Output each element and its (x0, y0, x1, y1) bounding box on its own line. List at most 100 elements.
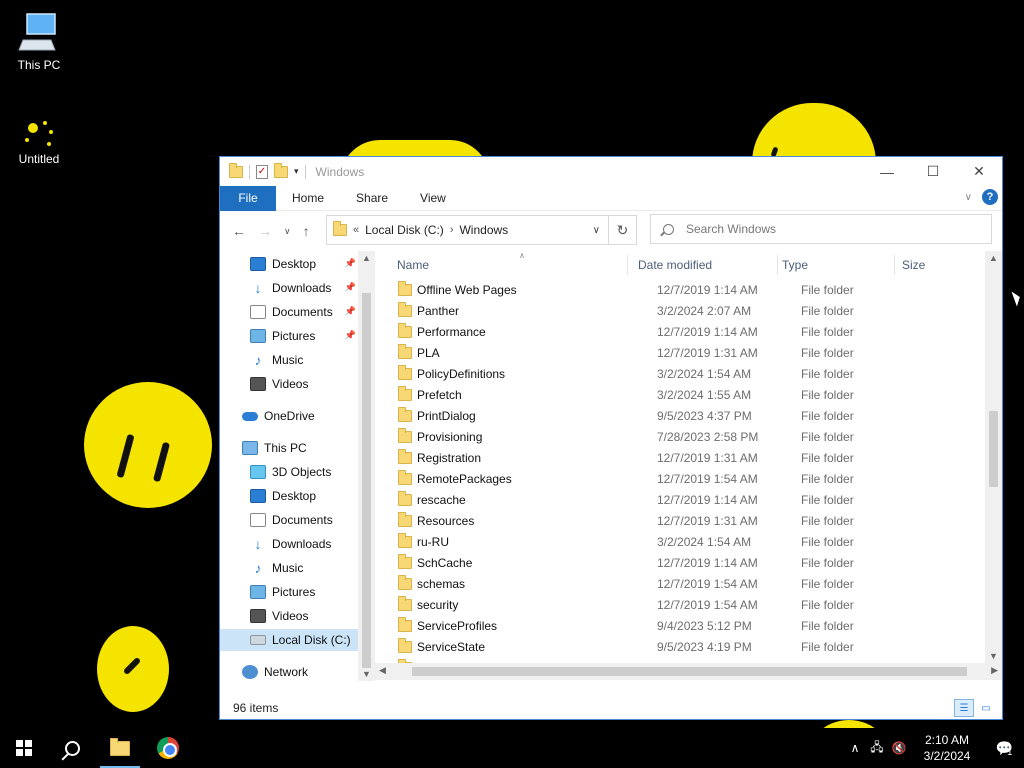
breadcrumb-separator-icon[interactable]: › (450, 224, 454, 236)
column-header-type[interactable]: Type (782, 251, 892, 279)
file-row[interactable]: PLA 12/7/2019 1:31 AM File folder (395, 342, 985, 363)
nav-item-downloads[interactable]: ↓ Downloads (250, 277, 358, 299)
file-row[interactable]: PrintDialog 9/5/2023 4:37 PM File folder (395, 405, 985, 426)
nav-item-videos[interactable]: Videos (250, 373, 358, 395)
title-bar[interactable]: ✓ ▾ Windows — ☐ ✕ (220, 157, 1002, 186)
pin-icon[interactable]: 📌 (345, 282, 356, 293)
file-row[interactable]: PolicyDefinitions 3/2/2024 1:54 AM File fo… (395, 363, 985, 384)
up-arrow-icon[interactable]: ↑ (303, 223, 310, 239)
column-header-name[interactable]: Name (397, 251, 627, 279)
folder-icon (398, 554, 412, 569)
navigation-pane-scrollbar[interactable]: ▲ ▼ (358, 251, 375, 681)
nav-item-music[interactable]: ♪ Music (250, 349, 358, 371)
minimize-button[interactable]: — (864, 157, 910, 186)
nav-item-this-pc[interactable]: This PC (242, 437, 358, 459)
file-date-modified: 12/7/2019 1:54 AM (657, 471, 758, 486)
taskbar-chrome[interactable] (144, 728, 192, 768)
expand-ribbon-chevron-icon[interactable]: ∨ (965, 192, 972, 203)
pin-icon[interactable]: 📌 (345, 330, 356, 341)
file-row[interactable]: ru-RU 3/2/2024 1:54 AM File folder (395, 531, 985, 552)
file-row[interactable]: Performance 12/7/2019 1:14 AM File folder (395, 321, 985, 342)
file-row[interactable]: Offline Web Pages 12/7/2019 1:14 AM File f… (395, 279, 985, 300)
file-row[interactable]: Resources 12/7/2019 1:31 AM File folder (395, 510, 985, 531)
scroll-up-icon[interactable]: ▲ (362, 253, 371, 263)
desktop-icon-this-pc[interactable]: This PC (4, 10, 74, 72)
search-input[interactable]: Search Windows (650, 214, 992, 244)
refresh-button[interactable]: ↻ (609, 215, 637, 245)
desktop-icon-untitled[interactable]: Untitled (4, 118, 74, 166)
tab-home[interactable]: Home (276, 191, 340, 205)
scroll-down-icon[interactable]: ▼ (989, 651, 998, 661)
back-arrow-icon[interactable]: ← (232, 223, 246, 239)
show-hidden-icons-chevron-icon[interactable]: ∧ (844, 741, 866, 755)
scroll-up-icon[interactable]: ▲ (989, 253, 998, 263)
nav-item-pc-documents[interactable]: Documents (250, 509, 358, 531)
customize-toolbar-chevron-icon[interactable]: ▾ (294, 166, 299, 177)
file-date-modified: 12/7/2019 1:31 AM (657, 345, 758, 360)
file-row[interactable]: Registration 12/7/2019 1:31 AM File folder (395, 447, 985, 468)
address-bar[interactable]: « Local Disk (C:) › Windows ∨ (326, 215, 609, 245)
scrollbar-thumb[interactable] (989, 411, 998, 487)
file-row[interactable]: rescache 12/7/2019 1:14 AM File folder (395, 489, 985, 510)
file-row[interactable]: SchCache 12/7/2019 1:14 AM File folder (395, 552, 985, 573)
recent-locations-chevron-icon[interactable]: ∨ (284, 226, 291, 237)
nav-item-onedrive[interactable]: OneDrive (242, 405, 358, 427)
nav-item-local-disk[interactable]: Local Disk (C:) (220, 629, 358, 651)
file-row[interactable]: ServiceProfiles 9/4/2023 5:12 PM File fold… (395, 615, 985, 636)
nav-item-documents[interactable]: Documents (250, 301, 358, 323)
file-type: File folder (801, 303, 854, 318)
properties-icon[interactable]: ✓ (256, 164, 268, 179)
large-icons-view-button[interactable]: ▭ (976, 699, 996, 717)
forward-arrow-icon[interactable]: → (258, 223, 272, 239)
file-row[interactable]: security 12/7/2019 1:54 AM File folder (395, 594, 985, 615)
start-button[interactable] (0, 728, 48, 768)
nav-item-network[interactable]: Network (242, 661, 358, 681)
file-date-modified: 12/7/2019 1:14 AM (657, 324, 758, 339)
breadcrumb-windows[interactable]: Windows (459, 223, 508, 237)
nav-item-pc-pictures[interactable]: Pictures (250, 581, 358, 603)
scroll-right-icon[interactable]: ▶ (991, 665, 998, 676)
computer-icon (18, 13, 56, 51)
column-header-size[interactable]: Size (902, 251, 942, 279)
file-list-horizontal-scrollbar[interactable]: ◀ ▶ (375, 663, 1002, 680)
pin-icon[interactable]: 📌 (345, 306, 356, 317)
breadcrumb-local-disk[interactable]: Local Disk (C:) (365, 223, 444, 237)
nav-item-pc-desktop[interactable]: Desktop (250, 485, 358, 507)
nav-item-pc-music[interactable]: ♪ Music (250, 557, 358, 579)
tab-share[interactable]: Share (340, 191, 404, 205)
file-row[interactable]: Prefetch 3/2/2024 1:55 AM File folder (395, 384, 985, 405)
taskbar-search-button[interactable] (48, 728, 96, 768)
maximize-button[interactable]: ☐ (910, 157, 956, 186)
tab-file[interactable]: File (220, 185, 276, 211)
scroll-down-icon[interactable]: ▼ (362, 669, 371, 679)
volume-muted-icon[interactable]: 🔇 (888, 741, 910, 755)
network-icon[interactable]: 🖧 (866, 738, 888, 759)
nav-item-pictures[interactable]: Pictures (250, 325, 358, 347)
breadcrumb-overflow[interactable]: « (353, 224, 359, 236)
scrollbar-thumb[interactable] (362, 293, 371, 668)
column-header-date-modified[interactable]: Date modified (638, 251, 778, 279)
tab-view[interactable]: View (404, 191, 462, 205)
help-icon[interactable]: ? (982, 189, 998, 205)
file-row[interactable]: RemotePackages 12/7/2019 1:54 AM File fold… (395, 468, 985, 489)
taskbar-file-explorer[interactable] (96, 728, 144, 768)
clock[interactable]: 2:10 AM 3/2/2024 (910, 732, 984, 764)
nav-item-desktop[interactable]: Desktop (250, 253, 358, 275)
nav-item-pc-videos[interactable]: Videos (250, 605, 358, 627)
file-row[interactable]: ServiceState 9/5/2023 4:19 PM File folder (395, 636, 985, 657)
scrollbar-thumb[interactable] (412, 667, 967, 676)
new-folder-icon[interactable] (274, 162, 288, 178)
details-view-button[interactable]: ☰ (954, 699, 974, 717)
file-row[interactable]: Provisioning 7/28/2023 2:58 PM File folder (395, 426, 985, 447)
file-date-modified: 12/7/2019 1:14 AM (657, 282, 758, 297)
file-list-vertical-scrollbar[interactable]: ▲ ▼ (985, 251, 1002, 663)
close-button[interactable]: ✕ (956, 157, 1002, 186)
scroll-left-icon[interactable]: ◀ (379, 665, 386, 676)
pin-icon[interactable]: 📌 (345, 258, 356, 269)
file-row[interactable]: Panther 3/2/2024 2:07 AM File folder (395, 300, 985, 321)
nav-item-pc-downloads[interactable]: ↓ Downloads (250, 533, 358, 555)
file-row[interactable]: schemas 12/7/2019 1:54 AM File folder (395, 573, 985, 594)
action-center-icon[interactable]: 💬 1 (984, 739, 1024, 758)
address-dropdown-chevron-icon[interactable]: ∨ (593, 225, 600, 236)
nav-item-3d-objects[interactable]: 3D Objects (250, 461, 358, 483)
